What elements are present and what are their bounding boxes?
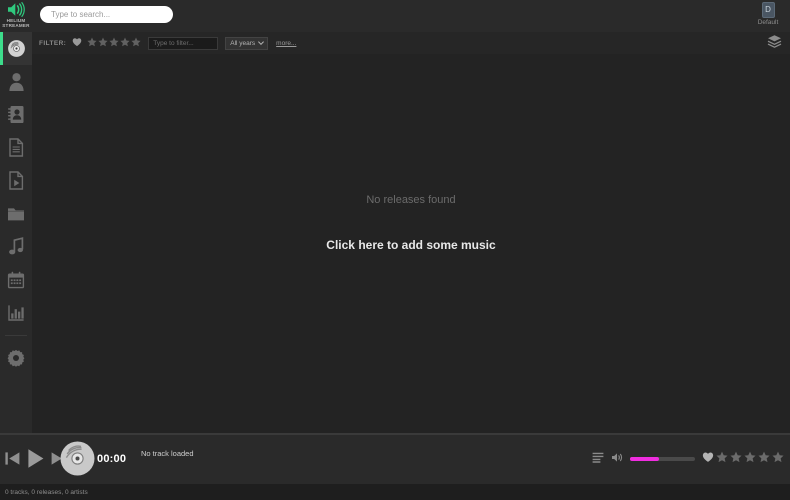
year-filter-dropdown[interactable]: All years bbox=[225, 36, 269, 50]
sidebar-divider bbox=[5, 335, 27, 336]
sidebar-item-artists[interactable] bbox=[0, 65, 32, 98]
status-bar: 0 tracks, 0 releases, 0 artists bbox=[0, 484, 790, 500]
heart-icon[interactable] bbox=[72, 34, 82, 52]
previous-track-icon[interactable] bbox=[4, 449, 21, 473]
star-icon-1[interactable] bbox=[716, 450, 728, 468]
player-right-controls bbox=[592, 450, 784, 468]
queue-list-icon[interactable] bbox=[592, 450, 604, 468]
top-bar: D Default bbox=[32, 0, 790, 32]
star-icon-4[interactable] bbox=[758, 450, 770, 468]
releases-content-area: No releases found Click here to add some… bbox=[32, 54, 790, 433]
sidebar-nav bbox=[0, 32, 32, 374]
star-icon-5[interactable] bbox=[772, 450, 784, 468]
star-icon-2[interactable] bbox=[98, 34, 108, 52]
star-icon-1[interactable] bbox=[87, 34, 97, 52]
folder-icon bbox=[7, 205, 25, 222]
sidebar-item-tracks[interactable] bbox=[0, 230, 32, 263]
sidebar-item-folders[interactable] bbox=[0, 197, 32, 230]
logo-text-line2: STREAMER bbox=[2, 23, 30, 29]
heart-icon[interactable] bbox=[702, 450, 714, 468]
profile-label: Default bbox=[757, 19, 779, 26]
gear-icon bbox=[7, 349, 25, 367]
playback-time: 00:00 bbox=[97, 453, 127, 465]
person-icon bbox=[8, 72, 25, 91]
filter-rating-stars[interactable] bbox=[87, 34, 141, 52]
star-icon-4[interactable] bbox=[120, 34, 130, 52]
helium-streamer-window: HELIUM STREAMER Type to search... D Defa… bbox=[0, 0, 790, 500]
address-book-icon bbox=[7, 105, 25, 124]
calendar-icon bbox=[7, 271, 25, 289]
add-music-link[interactable]: Click here to add some music bbox=[32, 238, 790, 252]
player-bar: 00:00 No track loaded bbox=[0, 433, 790, 484]
music-note-icon bbox=[8, 237, 25, 256]
more-filters-link[interactable]: more... bbox=[276, 40, 296, 47]
search-input[interactable] bbox=[40, 6, 173, 23]
filter-bar: FILTER: All years more... bbox=[32, 32, 790, 54]
chevron-down-icon bbox=[258, 40, 265, 47]
year-filter-value: All years bbox=[230, 39, 256, 47]
transport-controls bbox=[4, 447, 67, 475]
empty-state: No releases found Click here to add some… bbox=[32, 194, 790, 252]
star-icon-3[interactable] bbox=[744, 450, 756, 468]
play-icon[interactable] bbox=[25, 447, 46, 475]
disc-icon bbox=[7, 39, 26, 58]
star-icon-5[interactable] bbox=[131, 34, 141, 52]
app-logo: HELIUM STREAMER bbox=[0, 0, 32, 32]
sidebar-item-videos[interactable] bbox=[0, 164, 32, 197]
empty-state-title: No releases found bbox=[366, 194, 456, 206]
filter-text-input[interactable] bbox=[148, 36, 219, 50]
sidebar-item-settings[interactable] bbox=[0, 341, 32, 374]
current-track-label: No track loaded bbox=[141, 449, 194, 458]
library-stats-text: 0 tracks, 0 releases, 0 artists bbox=[5, 488, 88, 496]
speaker-logo-icon bbox=[6, 1, 26, 18]
star-icon-3[interactable] bbox=[109, 34, 119, 52]
layers-icon[interactable] bbox=[767, 34, 782, 54]
video-document-icon bbox=[8, 171, 24, 190]
volume-slider[interactable] bbox=[630, 457, 695, 461]
sidebar-item-calendar[interactable] bbox=[0, 263, 32, 296]
album-disc-icon[interactable] bbox=[60, 441, 95, 481]
sidebar-item-albums[interactable] bbox=[0, 32, 32, 65]
profile-badge-letter: D bbox=[761, 2, 775, 18]
star-icon-2[interactable] bbox=[730, 450, 742, 468]
volume-slider-fill bbox=[630, 457, 660, 461]
filter-label: FILTER: bbox=[39, 39, 67, 47]
track-rating bbox=[702, 450, 784, 468]
profile-switcher[interactable]: D Default bbox=[754, 2, 782, 26]
sidebar-item-contacts[interactable] bbox=[0, 98, 32, 131]
playback-progress-bar[interactable] bbox=[0, 433, 790, 435]
speaker-icon[interactable] bbox=[611, 450, 623, 468]
sidebar-item-documents[interactable] bbox=[0, 131, 32, 164]
sidebar-item-statistics[interactable] bbox=[0, 296, 32, 329]
document-icon bbox=[8, 138, 24, 157]
sidebar: HELIUM STREAMER bbox=[0, 0, 32, 433]
bar-chart-icon bbox=[7, 304, 25, 322]
